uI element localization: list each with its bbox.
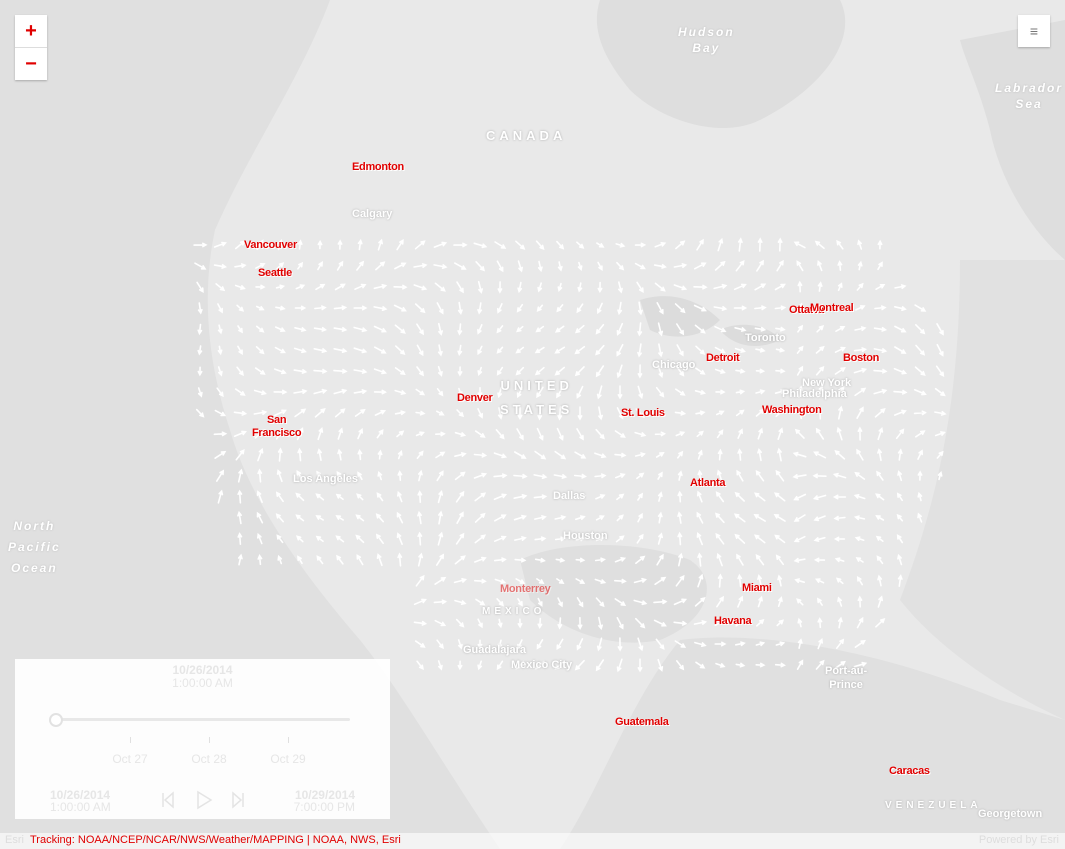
city-label-st-louis: St. Louis — [621, 407, 665, 419]
time-slider-panel: 10/26/2014 1:00:00 AM Oct 27 Oct 28 Oct … — [15, 659, 390, 819]
mexico-label: MEXICO — [482, 606, 546, 617]
city-label-havana: Havana — [714, 615, 752, 627]
hudson-bay-label: Hudson Bay — [678, 25, 735, 55]
play-icon — [197, 790, 213, 810]
city-label-seattle: Seattle — [258, 267, 292, 279]
city-label-calgary: Calgary — [352, 208, 393, 220]
previous-button[interactable] — [160, 791, 176, 809]
city-label-washington: Washington — [762, 404, 822, 416]
tick-label-oct-29: Oct 29 — [270, 752, 306, 766]
attribution-text[interactable]: Tracking: NOAA/NCEP/NCAR/NWS/Weather/MAP… — [30, 834, 401, 846]
current-time: 1:00:00 AM — [172, 676, 233, 690]
canada-label: CANADA — [486, 128, 567, 143]
city-label-edmonton: Edmonton — [352, 161, 404, 173]
city-label-guadalajara: Guadalajara — [463, 644, 526, 656]
city-label-houston: Houston — [563, 530, 608, 542]
tick-label-oct-27: Oct 27 — [112, 752, 148, 766]
city-label-port-au-prince: Port-au- Prince — [825, 665, 868, 691]
menu-button[interactable]: ≡ — [1018, 15, 1050, 47]
powered-by-esri[interactable]: Powered by Esri — [979, 834, 1059, 846]
labrador-sea-label: Labrador Sea — [995, 81, 1064, 111]
city-label-montreal: Montreal — [810, 302, 854, 314]
city-label-vancouver: Vancouver — [244, 239, 297, 251]
plus-icon: + — [25, 19, 37, 42]
zoom-out-button[interactable]: − — [15, 47, 47, 80]
time-slider-track[interactable] — [57, 718, 350, 721]
tick-mark — [209, 737, 210, 743]
minus-icon: − — [25, 52, 37, 75]
start-time: 1:00:00 AM — [50, 800, 111, 814]
time-slider-thumb[interactable] — [49, 713, 63, 727]
city-label-mexico-city: Mexico City — [511, 659, 573, 671]
city-label-atlanta: Atlanta — [690, 477, 726, 489]
tick-mark — [288, 737, 289, 743]
city-label-denver: Denver — [457, 392, 493, 404]
city-label-chicago: Chicago — [652, 359, 696, 371]
previous-icon — [162, 791, 174, 809]
play-button[interactable] — [195, 790, 213, 810]
city-label-los-angeles: Los Angeles — [293, 473, 358, 485]
city-label-boston: Boston — [843, 352, 880, 364]
city-label-dallas: Dallas — [553, 490, 586, 502]
tick-mark — [130, 737, 131, 743]
city-label-caracas: Caracas — [889, 765, 930, 777]
attribution-bar: Esri Tracking: NOAA/NCEP/NCAR/NWS/Weathe… — [0, 833, 1065, 849]
tick-label-oct-28: Oct 28 — [191, 752, 227, 766]
north-pacific-label: North Pacific Ocean — [8, 519, 61, 575]
next-icon — [232, 791, 244, 809]
city-label-detroit: Detroit — [706, 352, 740, 364]
city-label-toronto: Toronto — [745, 332, 786, 344]
current-date: 10/26/2014 — [172, 663, 233, 677]
city-label-miami: Miami — [742, 582, 772, 594]
city-label-monterrey: Monterrey — [500, 583, 551, 595]
city-label-philadelphia: Philadelphia — [782, 388, 847, 400]
esri-prefix: Esri — [5, 834, 24, 846]
city-label-georgetown: Georgetown — [978, 808, 1043, 820]
hamburger-icon: ≡ — [1029, 23, 1039, 39]
city-label-guatemala: Guatemala — [615, 716, 669, 728]
zoom-control: + − — [15, 15, 47, 80]
next-button[interactable] — [230, 791, 246, 809]
venezuela-label: VENEZUELA — [885, 800, 982, 811]
end-time: 7:00:00 PM — [293, 800, 355, 814]
city-label-san-francisco: San Francisco — [252, 414, 302, 439]
zoom-in-button[interactable]: + — [15, 15, 47, 47]
united-states-label: UNITED STATES — [500, 378, 574, 417]
